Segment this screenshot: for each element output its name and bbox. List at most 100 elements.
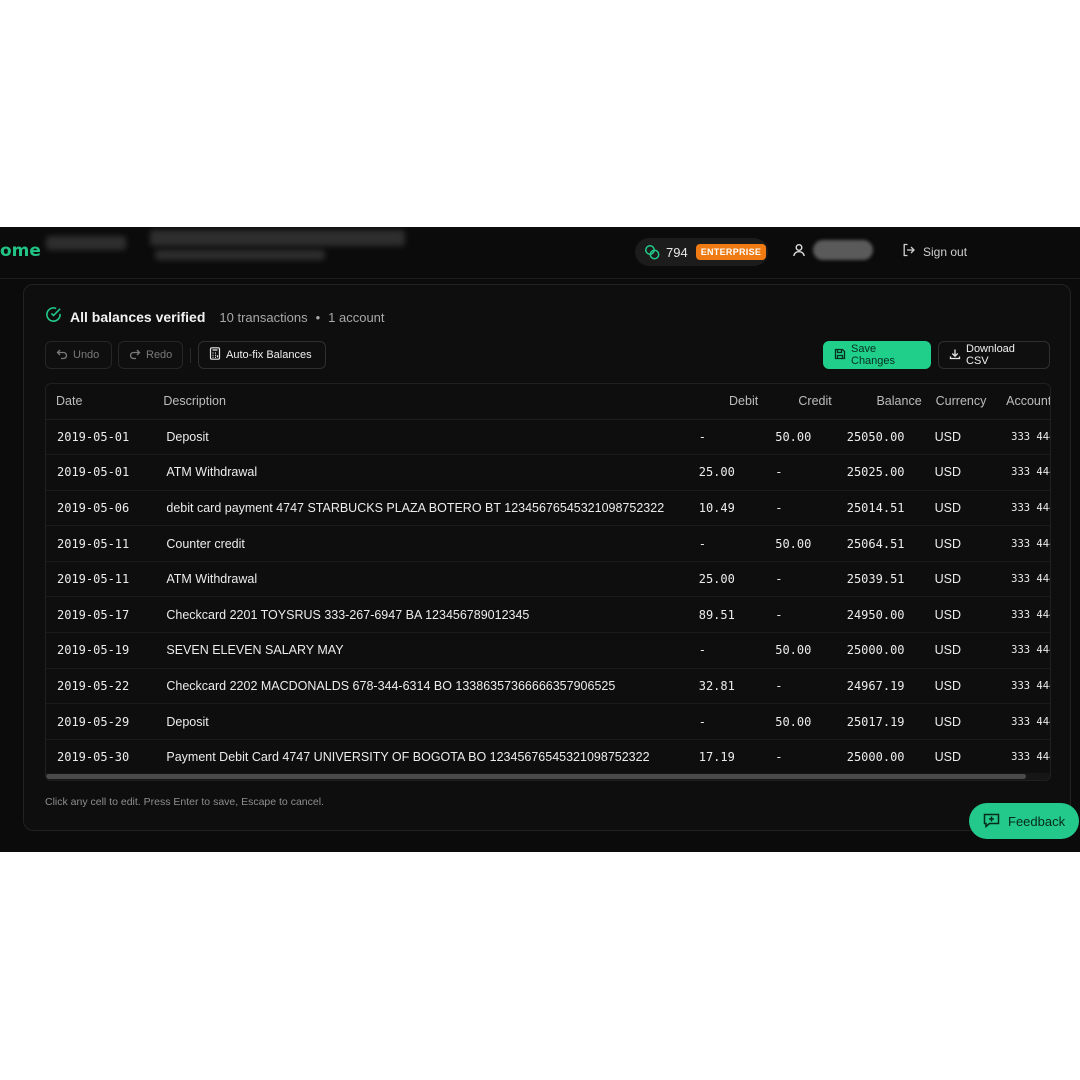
scrollbar-thumb[interactable] — [46, 774, 1026, 779]
cell-date[interactable]: 2019-05-11 — [46, 525, 159, 562]
cell-account[interactable]: 333 4444 5! — [999, 490, 1050, 527]
edit-hint: Click any cell to edit. Press Enter to s… — [45, 796, 324, 808]
cell-description[interactable]: SEVEN ELEVEN SALARY MAY — [158, 632, 695, 669]
cell-currency[interactable]: USD — [929, 454, 1000, 491]
cell-date[interactable]: 2019-05-11 — [46, 561, 159, 598]
cell-account[interactable]: 333 4444 5! — [999, 454, 1050, 491]
cell-debit[interactable]: 25.00 — [694, 561, 767, 598]
cell-credit[interactable]: 50.00 — [766, 703, 838, 740]
cell-debit[interactable]: - — [694, 632, 767, 669]
save-icon — [834, 348, 846, 363]
cell-debit[interactable]: 25.00 — [694, 454, 767, 491]
cell-description[interactable]: Checkcard 2202 MACDONALDS 678-344-6314 B… — [158, 668, 695, 705]
cell-description[interactable]: ATM Withdrawal — [158, 454, 695, 491]
column-header-description[interactable]: Description — [158, 384, 695, 420]
cell-currency[interactable]: USD — [929, 561, 1000, 598]
cell-date[interactable]: 2019-05-19 — [46, 632, 159, 669]
redo-button[interactable]: Redo — [118, 341, 183, 369]
cell-debit[interactable]: - — [694, 525, 767, 562]
cell-date[interactable]: 2019-05-22 — [46, 668, 159, 705]
cell-balance[interactable]: 25039.51 — [837, 561, 930, 598]
credits-count: 794 — [666, 244, 688, 260]
cell-debit[interactable]: - — [694, 703, 767, 740]
cell-balance[interactable]: 25000.00 — [837, 739, 930, 776]
cell-debit[interactable]: 17.19 — [694, 739, 767, 776]
column-header-debit[interactable]: Debit — [694, 384, 767, 420]
cell-account[interactable]: 333 4444 5! — [999, 703, 1050, 740]
cell-credit[interactable]: - — [766, 454, 838, 491]
cell-date[interactable]: 2019-05-29 — [46, 703, 159, 740]
column-header-balance[interactable]: Balance — [837, 384, 930, 420]
cell-currency[interactable]: USD — [929, 668, 1000, 705]
credits-pill[interactable]: 794 ENTERPRISE — [635, 238, 768, 266]
blurred-nav-item — [46, 236, 126, 250]
cell-balance[interactable]: 25064.51 — [837, 525, 930, 562]
cell-description[interactable]: ATM Withdrawal — [158, 561, 695, 598]
sign-out-button[interactable]: Sign out — [902, 243, 967, 260]
cell-balance[interactable]: 25050.00 — [837, 419, 930, 456]
auto-fix-balances-button[interactable]: Auto-fix Balances — [198, 341, 326, 369]
cell-date[interactable]: 2019-05-01 — [46, 454, 159, 491]
cell-credit[interactable]: - — [766, 490, 838, 527]
cell-date[interactable]: 2019-05-17 — [46, 596, 159, 634]
cell-credit[interactable]: 50.00 — [766, 419, 838, 456]
cell-currency[interactable]: USD — [929, 419, 1000, 456]
cell-account[interactable]: 333 4444 5! — [999, 419, 1050, 456]
cell-description[interactable]: Payment Debit Card 4747 UNIVERSITY OF BO… — [158, 739, 695, 776]
cell-currency[interactable]: USD — [929, 632, 1000, 669]
cell-currency[interactable]: USD — [929, 703, 1000, 740]
app-window: ome 794 ENTERPRISE Sign out All balances… — [0, 227, 1080, 852]
cell-account[interactable]: 333 4444 5! — [999, 596, 1050, 634]
cell-credit[interactable]: - — [766, 739, 838, 776]
cell-balance[interactable]: 25014.51 — [837, 490, 930, 527]
cell-account[interactable]: 333 4444 5! — [999, 668, 1050, 705]
cell-currency[interactable]: USD — [929, 596, 1000, 634]
cell-date[interactable]: 2019-05-30 — [46, 739, 159, 776]
cell-debit[interactable]: 89.51 — [694, 596, 767, 634]
cell-balance[interactable]: 25025.00 — [837, 454, 930, 491]
cell-credit[interactable]: 50.00 — [766, 632, 838, 669]
cell-description[interactable]: debit card payment 4747 STARBUCKS PLAZA … — [158, 490, 695, 527]
cell-credit[interactable]: - — [766, 668, 838, 705]
cell-account[interactable]: 333 4444 5! — [999, 561, 1050, 598]
cell-currency[interactable]: USD — [929, 525, 1000, 562]
cell-debit[interactable]: 10.49 — [694, 490, 767, 527]
cell-credit[interactable]: - — [766, 561, 838, 598]
cell-balance[interactable]: 25017.19 — [837, 703, 930, 740]
user-name-redacted[interactable] — [813, 240, 873, 260]
user-icon[interactable] — [792, 243, 806, 262]
undo-button[interactable]: Undo — [45, 341, 112, 369]
cell-date[interactable]: 2019-05-01 — [46, 419, 159, 456]
cell-account[interactable]: 333 4444 5! — [999, 632, 1050, 669]
horizontal-scrollbar[interactable] — [46, 773, 1050, 780]
cell-account[interactable]: 333 4444 5! — [999, 739, 1050, 776]
cell-description[interactable]: Deposit — [158, 419, 695, 456]
toolbar-divider — [190, 348, 191, 363]
cell-balance[interactable]: 24950.00 — [837, 596, 930, 634]
column-header-account[interactable]: Account — [999, 384, 1050, 420]
cell-credit[interactable]: - — [766, 596, 838, 634]
table-row: 2019-05-19 SEVEN ELEVEN SALARY MAY - 50.… — [46, 632, 1050, 669]
account-count: 1 account — [328, 309, 385, 325]
cell-debit[interactable]: 32.81 — [694, 668, 767, 705]
column-header-currency[interactable]: Currency — [929, 384, 1000, 420]
brand-logo[interactable]: ome — [0, 241, 41, 261]
cell-balance[interactable]: 25000.00 — [837, 632, 930, 669]
cell-currency[interactable]: USD — [929, 739, 1000, 776]
cell-debit[interactable]: - — [694, 419, 767, 456]
verification-status: All balances verified 10 transactions • … — [45, 306, 385, 328]
cell-description[interactable]: Deposit — [158, 703, 695, 740]
download-csv-button[interactable]: Download CSV — [938, 341, 1050, 369]
cell-currency[interactable]: USD — [929, 490, 1000, 527]
save-changes-button[interactable]: Save Changes — [823, 341, 931, 369]
cell-account[interactable]: 333 4444 5! — [999, 525, 1050, 562]
cell-balance[interactable]: 24967.19 — [837, 668, 930, 705]
column-header-credit[interactable]: Credit — [766, 384, 838, 420]
cell-credit[interactable]: 50.00 — [766, 525, 838, 562]
cell-date[interactable]: 2019-05-06 — [46, 490, 159, 527]
redo-label: Redo — [146, 349, 173, 361]
cell-description[interactable]: Counter credit — [158, 525, 695, 562]
feedback-button[interactable]: Feedback — [969, 803, 1079, 839]
cell-description[interactable]: Checkcard 2201 TOYSRUS 333-267-6947 BA 1… — [158, 596, 695, 634]
column-header-date[interactable]: Date — [46, 384, 159, 420]
